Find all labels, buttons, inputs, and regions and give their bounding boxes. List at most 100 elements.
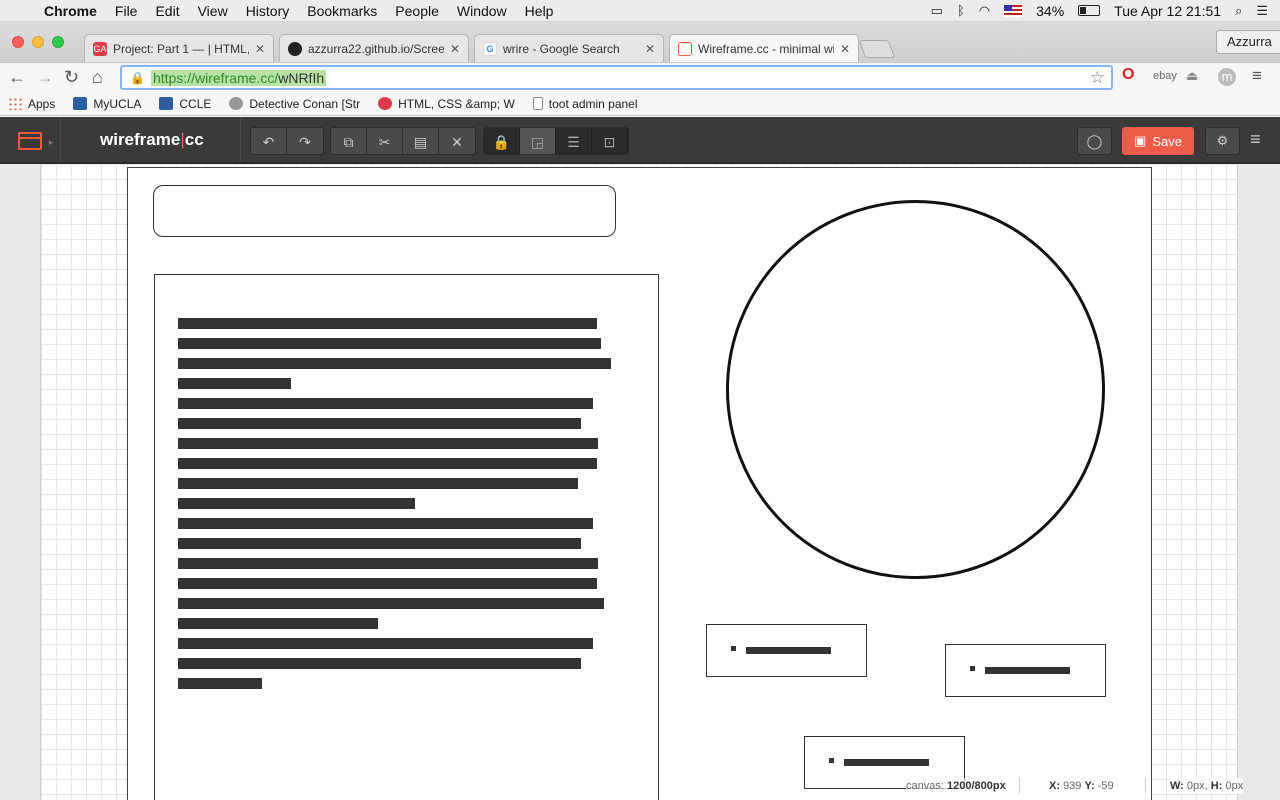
tab-title: azzurra22.github.io/Screen bbox=[308, 41, 444, 56]
lock-icon: 🔒 bbox=[130, 70, 145, 85]
history-group: ↶ ↷ bbox=[250, 127, 324, 155]
text-line-placeholder bbox=[178, 378, 291, 389]
bookmark-ccle[interactable]: CCLE bbox=[159, 97, 211, 111]
github-favicon-icon bbox=[288, 41, 302, 56]
pages-arrow-icon[interactable]: ▸ bbox=[49, 137, 54, 148]
address-bar[interactable]: 🔒 https://wireframe.cc/wNRfIh ☆ bbox=[120, 65, 1113, 90]
profile-button[interactable]: Azzurra bbox=[1216, 30, 1280, 54]
text-line-placeholder bbox=[178, 358, 611, 369]
menu-people[interactable]: People bbox=[386, 3, 448, 19]
list-line-placeholder bbox=[985, 667, 1070, 674]
bookmark-html-css[interactable]: HTML, CSS &amp; W bbox=[378, 97, 515, 111]
menu-window[interactable]: Window bbox=[448, 3, 516, 19]
clock[interactable]: Tue Apr 12 21:51 bbox=[1114, 3, 1221, 19]
ga-favicon-icon: GA bbox=[93, 41, 107, 56]
text-line-placeholder bbox=[178, 598, 604, 609]
menu-view[interactable]: View bbox=[189, 3, 237, 19]
settings-gears-icon[interactable]: ⚙ bbox=[1205, 127, 1240, 155]
notification-center-icon[interactable]: ☰ bbox=[1256, 3, 1268, 19]
save-label: Save bbox=[1152, 133, 1182, 149]
cursor-position-readout: X: 939 Y: -59 bbox=[1049, 778, 1114, 794]
menu-file[interactable]: File bbox=[106, 3, 147, 19]
group-icon[interactable]: ⊡ bbox=[592, 128, 628, 154]
close-tab-icon[interactable]: ✕ bbox=[450, 42, 460, 56]
menu-edit[interactable]: Edit bbox=[146, 3, 188, 19]
undo-icon[interactable]: ↶ bbox=[251, 128, 287, 154]
extension-icon[interactable]: ⏏ bbox=[1186, 68, 1198, 84]
bluetooth-icon[interactable]: ᛒ bbox=[957, 3, 965, 18]
close-tab-icon[interactable]: ✕ bbox=[840, 42, 850, 56]
lock-element-icon[interactable]: 🔒 bbox=[484, 128, 520, 154]
forward-arrow-icon[interactable]: → bbox=[36, 67, 54, 88]
align-icon[interactable]: ☰ bbox=[556, 128, 592, 154]
new-tab-button[interactable] bbox=[858, 40, 896, 58]
tab-wireframe-cc[interactable]: Wireframe.cc - minimal wir ✕ bbox=[669, 34, 859, 63]
text-line-placeholder bbox=[178, 678, 262, 689]
save-button[interactable]: ▣ Save bbox=[1122, 127, 1194, 155]
wireframe-list-box[interactable] bbox=[706, 624, 867, 677]
tab-github-screen[interactable]: azzurra22.github.io/Screen ✕ bbox=[279, 34, 469, 62]
close-tab-icon[interactable]: ✕ bbox=[645, 42, 655, 56]
ga-icon bbox=[378, 97, 393, 110]
close-tab-icon[interactable]: ✕ bbox=[255, 42, 265, 56]
text-line-placeholder bbox=[178, 578, 597, 589]
menu-history[interactable]: History bbox=[237, 3, 299, 19]
opera-extension-icon[interactable]: O bbox=[1122, 66, 1134, 84]
ebay-extension-icon[interactable]: ebay bbox=[1153, 70, 1177, 82]
browser-tab-strip: GA Project: Part 1 — | HTML, C ✕ azzurra… bbox=[0, 22, 1280, 63]
wireframe-text-block[interactable] bbox=[154, 274, 659, 800]
minimize-window-button[interactable] bbox=[32, 36, 44, 48]
menu-app-name[interactable]: Chrome bbox=[40, 3, 106, 19]
list-line-placeholder bbox=[844, 759, 929, 766]
pages-menu-icon[interactable] bbox=[18, 132, 42, 150]
cut-icon[interactable]: ✂ bbox=[367, 128, 403, 154]
list-line-placeholder bbox=[746, 647, 831, 654]
bullet-icon bbox=[970, 666, 975, 671]
wifi-icon[interactable]: ◠ bbox=[979, 3, 990, 19]
wireframe-input-shape[interactable] bbox=[153, 185, 616, 237]
bookmark-detective-conan[interactable]: Detective Conan [Str bbox=[229, 97, 360, 111]
bookmark-apps[interactable]: Apps bbox=[8, 97, 55, 111]
close-window-button[interactable] bbox=[12, 36, 24, 48]
battery-icon[interactable] bbox=[1078, 5, 1101, 16]
input-source-flag-icon[interactable] bbox=[1004, 4, 1023, 17]
text-line-placeholder bbox=[178, 498, 415, 509]
window-controls bbox=[12, 36, 64, 48]
macos-menubar: Chrome File Edit View History Bookmarks … bbox=[0, 0, 1280, 22]
bookmark-myucla[interactable]: MyUCLA bbox=[73, 97, 141, 111]
menu-bookmarks[interactable]: Bookmarks bbox=[298, 3, 386, 19]
bookmark-star-icon[interactable]: ☆ bbox=[1090, 68, 1105, 88]
airplay-icon[interactable]: ▭ bbox=[931, 3, 943, 19]
apps-grid-icon bbox=[8, 97, 22, 110]
globe-icon bbox=[229, 97, 244, 110]
menu-help[interactable]: Help bbox=[516, 3, 563, 19]
wireframe-circle-shape[interactable] bbox=[726, 200, 1105, 579]
delete-icon[interactable]: ✕ bbox=[439, 128, 475, 154]
clipboard-group: ⧉ ✂ ▤ ✕ bbox=[330, 127, 476, 155]
text-line-placeholder bbox=[178, 458, 597, 469]
tab-google-search[interactable]: G wrire - Google Search ✕ bbox=[474, 34, 664, 62]
bullet-icon bbox=[731, 646, 736, 651]
wireframe-list-box[interactable] bbox=[945, 644, 1106, 697]
wireframe-favicon-icon bbox=[678, 42, 692, 56]
bookmark-toot-admin[interactable]: toot admin panel bbox=[532, 97, 638, 111]
comment-icon[interactable]: ◯ bbox=[1077, 127, 1112, 155]
chrome-menu-icon[interactable]: ≡ bbox=[1252, 66, 1262, 86]
arrange-group: 🔒 ◲ ☰ ⊡ bbox=[483, 127, 629, 155]
save-disk-icon: ▣ bbox=[1134, 133, 1147, 148]
spotlight-search-icon[interactable]: ⌕ bbox=[1235, 3, 1242, 19]
zoom-window-button[interactable] bbox=[52, 36, 64, 48]
tab-title: Project: Part 1 — | HTML, C bbox=[113, 41, 249, 56]
mendeley-extension-icon[interactable]: m bbox=[1218, 68, 1236, 86]
bring-to-front-icon[interactable]: ◲ bbox=[520, 128, 556, 154]
home-icon[interactable]: ⌂ bbox=[92, 67, 103, 88]
paste-icon[interactable]: ▤ bbox=[403, 128, 439, 154]
redo-icon[interactable]: ↷ bbox=[287, 128, 323, 154]
canvas-size-readout: canvas: 1200/800px bbox=[906, 778, 1006, 794]
copy-icon[interactable]: ⧉ bbox=[331, 128, 367, 154]
back-arrow-icon[interactable]: ← bbox=[8, 67, 26, 88]
tab-title: wrire - Google Search bbox=[503, 41, 620, 56]
reload-icon[interactable]: ↻ bbox=[64, 67, 79, 88]
tab-project-part1[interactable]: GA Project: Part 1 — | HTML, C ✕ bbox=[84, 34, 274, 62]
hamburger-menu-icon[interactable]: ≡ bbox=[1250, 129, 1261, 150]
